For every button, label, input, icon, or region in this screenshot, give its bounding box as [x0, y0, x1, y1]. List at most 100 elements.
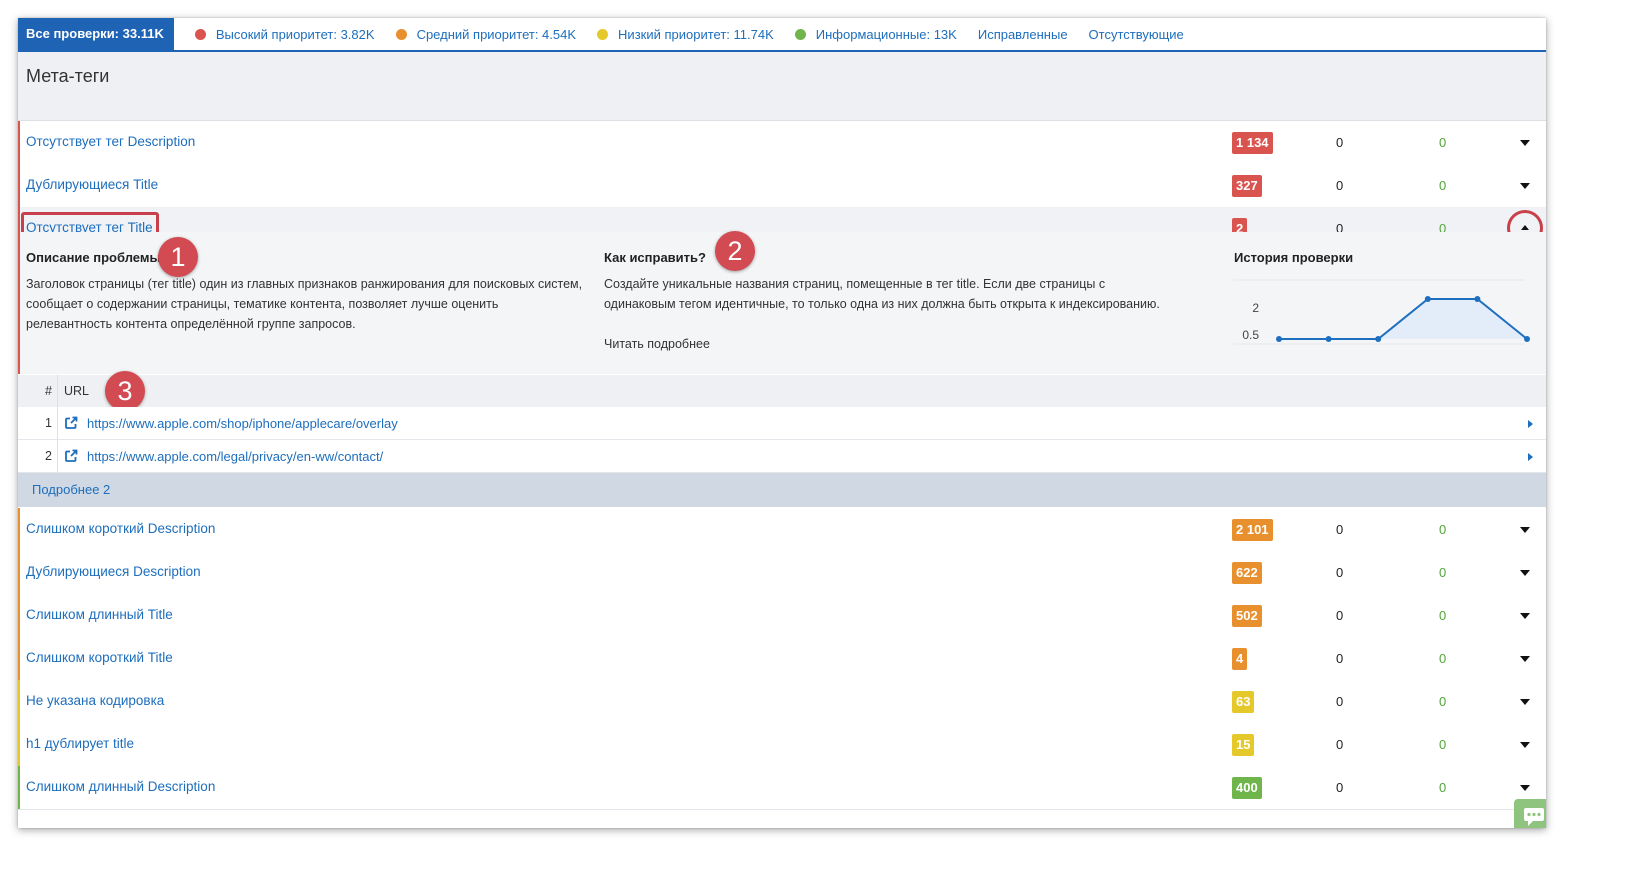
new-count: 0	[1336, 135, 1344, 150]
priority-bar	[18, 164, 20, 207]
section-title: Мета-теги	[26, 66, 110, 86]
fixed-count: 0	[1439, 522, 1447, 537]
yellow-dot-icon	[597, 28, 609, 40]
issue-name[interactable]: Слишком короткий Title	[26, 650, 173, 665]
expand-caret-icon[interactable]	[1520, 140, 1530, 146]
url-link[interactable]: https://www.apple.com/shop/iphone/applec…	[87, 416, 398, 431]
new-count: 0	[1336, 522, 1344, 537]
filter-missing[interactable]: Отсутствующие	[1089, 27, 1184, 42]
history-chart: 2 0.5	[1233, 279, 1530, 345]
data-point-3	[1375, 336, 1382, 342]
y-tick-label: 2	[1252, 301, 1259, 315]
chevron-right-icon[interactable]	[1528, 420, 1533, 428]
issue-row[interactable]: Слишком короткий Title 4 0 0	[18, 637, 1546, 681]
issue-name[interactable]: Слишком длинный Title	[26, 607, 173, 622]
fixed-count: 0	[1439, 780, 1447, 795]
report-window: Все проверки: 33.11K Высокий приоритет: …	[18, 18, 1546, 828]
column-divider	[57, 407, 58, 439]
count-badge: 622	[1232, 562, 1262, 584]
issue-row[interactable]: Слишком длинный Title 502 0 0	[18, 594, 1546, 638]
marker-1: 1	[158, 237, 198, 277]
priority-bar	[18, 551, 20, 594]
filter-medium-priority[interactable]: Средний приоритет: 4.54K	[395, 27, 576, 42]
issue-name[interactable]: h1 дублирует title	[26, 736, 134, 751]
filter-fixed[interactable]: Исправленные	[978, 27, 1068, 42]
expand-caret-icon[interactable]	[1520, 183, 1530, 189]
expand-caret-icon[interactable]	[1520, 699, 1530, 705]
filter-high-priority[interactable]: Высокий приоритет: 3.82K	[194, 27, 375, 42]
data-point-2	[1325, 336, 1332, 342]
issue-row[interactable]: h1 дублирует title 15 0 0	[18, 723, 1546, 767]
new-count: 0	[1336, 737, 1344, 752]
count-badge: 1 134	[1232, 132, 1273, 154]
issue-details-panel: Описание проблемы 1 Заголовок страницы (…	[18, 231, 1546, 374]
marker-3: 3	[105, 371, 145, 411]
fixed-count: 0	[1439, 608, 1447, 623]
count-badge: 502	[1232, 605, 1262, 627]
orange-dot-icon	[395, 28, 407, 40]
issue-row[interactable]: Дублирующиеся Title 327 0 0	[18, 164, 1546, 208]
new-count: 0	[1336, 608, 1344, 623]
data-point-1	[1276, 336, 1282, 342]
issue-name[interactable]: Слишком длинный Description	[26, 779, 215, 794]
problem-text: Заголовок страницы (тег title) один из г…	[26, 277, 583, 331]
url-row[interactable]: 1 https://www.apple.com/shop/iphone/appl…	[18, 407, 1546, 440]
y-tick-label: 0.5	[1242, 328, 1259, 342]
green-dot-icon	[794, 28, 806, 40]
filter-low-priority[interactable]: Низкий приоритет: 11.74K	[597, 27, 774, 42]
count-badge: 15	[1232, 734, 1255, 756]
issue-name[interactable]: Дублирующиеся Title	[26, 177, 158, 192]
expand-caret-icon[interactable]	[1520, 613, 1530, 619]
issue-name[interactable]: Слишком короткий Description	[26, 521, 215, 536]
issue-name[interactable]: Дублирующиеся Description	[26, 564, 201, 579]
fix-title: Как исправить?	[604, 250, 706, 265]
count-badge: 4	[1232, 648, 1248, 670]
expand-caret-icon[interactable]	[1520, 656, 1530, 662]
more-link[interactable]: Подробнее 2	[32, 482, 110, 497]
section-header: Мета-теги	[18, 52, 1546, 121]
external-link-icon[interactable]	[64, 449, 78, 463]
column-divider	[57, 440, 58, 472]
issue-name[interactable]: Не указана кодировка	[26, 693, 164, 708]
expand-caret-icon[interactable]	[1520, 570, 1530, 576]
filter-label: Низкий приоритет: 11.74K	[618, 26, 774, 42]
url-row[interactable]: 2 https://www.apple.com/legal/privacy/en…	[18, 440, 1546, 473]
expand-caret-icon[interactable]	[1520, 742, 1530, 748]
more-bar[interactable]: Подробнее 2	[18, 473, 1546, 507]
collapse-caret-icon[interactable]	[1521, 225, 1529, 230]
marker-2: 2	[715, 231, 755, 271]
priority-bar	[18, 594, 20, 637]
column-divider	[57, 375, 58, 407]
data-point-5	[1474, 296, 1481, 302]
external-link-icon[interactable]	[64, 416, 78, 430]
url-table-header: # URL 3	[18, 371, 1546, 411]
issue-row[interactable]: Слишком короткий Description 2 101 0 0	[18, 508, 1546, 552]
fixed-count: 0	[1439, 565, 1447, 580]
count-badge: 400	[1232, 777, 1262, 799]
expand-caret-icon[interactable]	[1520, 785, 1530, 791]
chevron-right-icon[interactable]	[1528, 453, 1533, 461]
count-badge: 63	[1232, 691, 1255, 713]
filter-all-checks[interactable]: Все проверки: 33.11K	[18, 18, 174, 50]
filter-informational[interactable]: Информационные: 13K	[794, 26, 957, 42]
url-link[interactable]: https://www.apple.com/legal/privacy/en-w…	[87, 449, 383, 464]
issue-row[interactable]: Не указана кодировка 63 0 0	[18, 680, 1546, 724]
issue-name[interactable]: Отсутствует тег Description	[26, 134, 195, 149]
read-more-link[interactable]: Читать подробнее	[604, 334, 710, 354]
issue-row[interactable]: Отсутствует тег Description 1 134 0 0	[18, 121, 1546, 165]
priority-bar	[18, 637, 20, 680]
priority-bar	[18, 766, 20, 809]
fixed-count: 0	[1439, 135, 1447, 150]
new-count: 0	[1336, 780, 1344, 795]
count-badge: 327	[1232, 175, 1262, 197]
issue-row[interactable]: Слишком длинный Description 400 0 0	[18, 766, 1546, 810]
new-count: 0	[1336, 565, 1344, 580]
new-count: 0	[1336, 694, 1344, 709]
index-header: #	[45, 384, 52, 398]
issue-row[interactable]: Дублирующиеся Description 622 0 0	[18, 551, 1546, 595]
chat-widget-button[interactable]	[1514, 799, 1546, 828]
data-point-6	[1524, 336, 1530, 342]
expand-caret-icon[interactable]	[1520, 527, 1530, 533]
fix-text: Создайте уникальные названия страниц, по…	[604, 277, 1160, 311]
filter-label: Информационные: 13K	[815, 26, 957, 42]
